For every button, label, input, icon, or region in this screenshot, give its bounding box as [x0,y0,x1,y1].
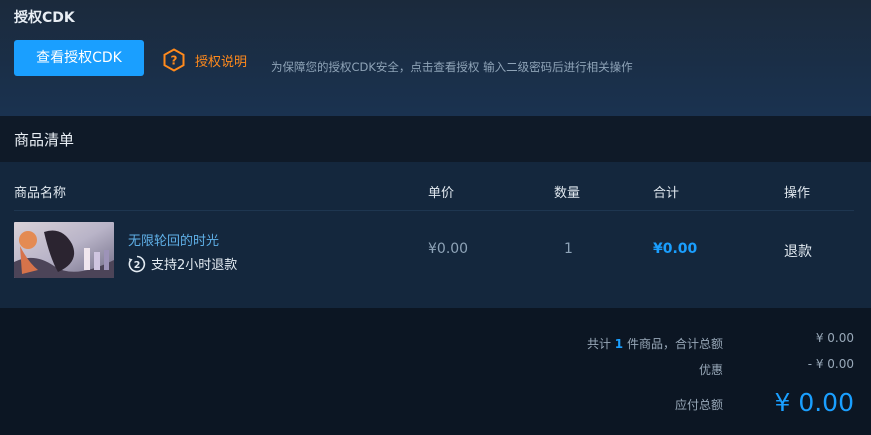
item-count: 1 [614,337,624,351]
cdk-help-link[interactable]: ? 授权说明 [162,47,247,73]
order-summary: 共计 1 件商品，合计总额 ¥ 0.00 优惠 - ¥ 0.00 应付总额 ¥ … [0,308,871,435]
svg-text:2: 2 [134,259,141,270]
unit-price: ¥0.00 [428,241,469,257]
discount-value: - ¥ 0.00 [807,357,854,371]
column-header-name: 商品名称 [14,186,67,201]
product-name-link[interactable]: 无限轮回的时光 [128,230,219,249]
quantity: 1 [564,241,573,257]
cdk-security-note: 为保障您的授权CDK安全，点击查看授权 输入二级密码后进行相关操作 [271,60,633,74]
column-header-action: 操作 [784,186,811,201]
svg-text:?: ? [171,54,178,68]
column-header-qty: 数量 [554,186,581,201]
count-suffix: 件商品，合计总额 [626,337,723,351]
header-divider [14,210,854,211]
help-label: 授权说明 [195,54,248,70]
question-icon: ? [163,48,185,72]
product-list-title: 商品清单 [14,131,75,149]
payable-total: ¥ 0.00 [774,388,854,417]
product-list-header: 商品清单 [0,116,871,162]
product-thumbnail[interactable] [14,222,114,278]
subtotal-value: ¥ 0.00 [815,331,854,345]
item-count-label: 共计 1 件商品，合计总额 [587,335,723,352]
two-hour-refund-icon: 2 [128,255,146,272]
line-total: ¥0.00 [653,241,698,257]
column-header-price: 单价 [428,186,455,201]
cdk-section: 授权CDK 查看授权CDK ? 授权说明 为保障您的授权CDK安全，点击查看授权… [0,0,871,116]
refund-button[interactable]: 退款 [784,241,812,261]
cdk-title: 授权CDK [14,10,75,26]
refund-note-text: 支持2小时退款 [151,258,238,273]
count-prefix: 共计 [586,337,611,351]
view-cdk-button[interactable]: 查看授权CDK [14,40,144,76]
refund-policy: 2 支持2小时退款 [128,254,237,273]
product-table: 商品名称 单价 数量 合计 操作 无限轮回的时光 2 支持2小时退款 ¥0.00… [0,162,871,308]
payable-label: 应付总额 [674,398,723,412]
column-header-total: 合计 [653,186,680,201]
discount-label: 优惠 [698,363,723,377]
